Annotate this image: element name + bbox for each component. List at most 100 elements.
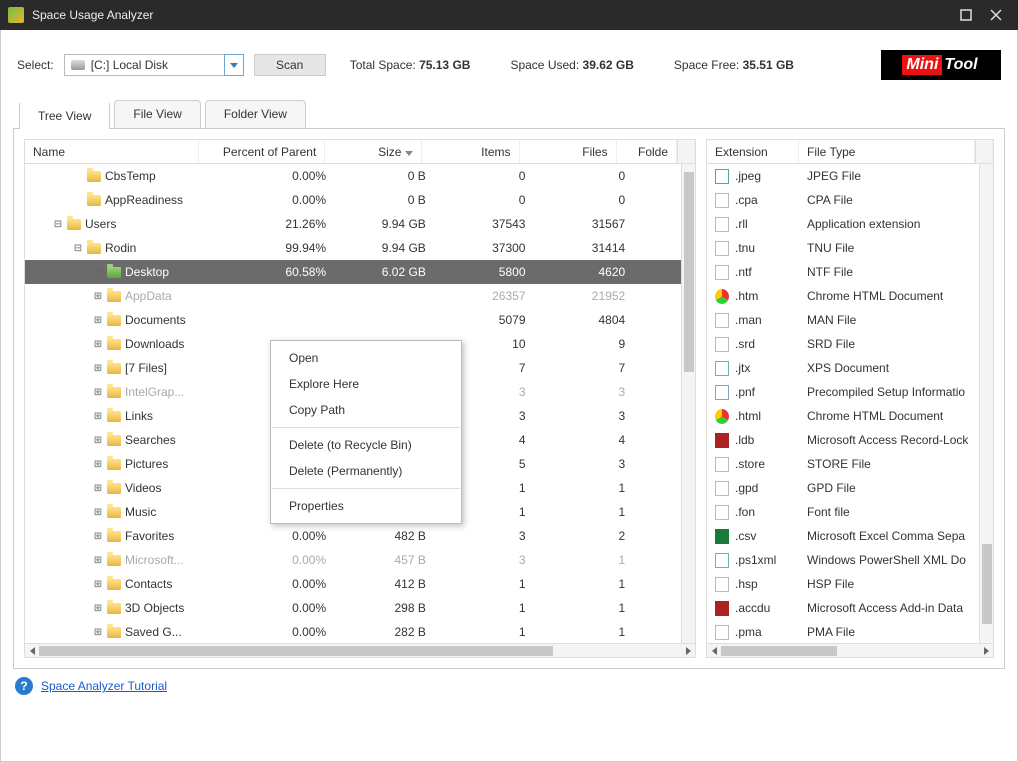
expander-icon[interactable] — [93, 459, 103, 469]
col-extension[interactable]: Extension — [707, 140, 799, 163]
col-size[interactable]: Size — [325, 140, 422, 163]
tree-row[interactable]: Rodin99.94%9.94 GB3730031414 — [25, 236, 695, 260]
ext-row[interactable]: .rllApplication extension — [707, 212, 993, 236]
tree-row[interactable]: AppReadiness0.00%0 B00 — [25, 188, 695, 212]
ctx-copy-path[interactable]: Copy Path — [271, 397, 461, 423]
expander-icon[interactable] — [93, 339, 103, 349]
ext-horizontal-scrollbar[interactable] — [707, 643, 993, 657]
ctx-explore-here[interactable]: Explore Here — [271, 371, 461, 397]
ext-row[interactable]: .htmChrome HTML Document — [707, 284, 993, 308]
expander-icon[interactable] — [73, 171, 83, 181]
scroll-up-icon[interactable] — [677, 140, 695, 163]
expander-icon[interactable] — [93, 555, 103, 565]
ext-row[interactable]: .ps1xmlWindows PowerShell XML Do — [707, 548, 993, 572]
expander-icon[interactable] — [93, 315, 103, 325]
expander-icon[interactable] — [93, 603, 103, 613]
scan-button[interactable]: Scan — [254, 54, 326, 76]
tab-folder-view[interactable]: Folder View — [205, 100, 306, 128]
ext-row[interactable]: .pnfPrecompiled Setup Informatio — [707, 380, 993, 404]
col-items[interactable]: Items — [422, 140, 519, 163]
tree-row[interactable]: CbsTemp0.00%0 B00 — [25, 164, 695, 188]
expander-icon[interactable] — [73, 195, 83, 205]
tree-row[interactable]: Microsoft...0.00%457 B31 — [25, 548, 695, 572]
ext-type: GPD File — [799, 476, 993, 500]
ext-row[interactable]: .storeSTORE File — [707, 452, 993, 476]
expander-icon[interactable] — [93, 291, 103, 301]
ext-row[interactable]: .cpaCPA File — [707, 188, 993, 212]
tree-row[interactable]: Saved G...0.00%282 B11 — [25, 620, 695, 643]
tab-file-view[interactable]: File View — [114, 100, 200, 128]
ctx-open[interactable]: Open — [271, 345, 461, 371]
expander-icon[interactable] — [93, 387, 103, 397]
help-icon[interactable]: ? — [15, 677, 33, 695]
ext-header: Extension File Type — [707, 140, 993, 164]
expander-icon[interactable] — [53, 219, 63, 229]
tree-header: Name Percent of Parent Size Items Files … — [25, 140, 695, 164]
ext-row[interactable]: .ntfNTF File — [707, 260, 993, 284]
tree-row[interactable]: Favorites0.00%482 B32 — [25, 524, 695, 548]
ext-label: .ldb — [735, 433, 754, 447]
ext-row[interactable]: .csvMicrosoft Excel Comma Sepa — [707, 524, 993, 548]
ext-row[interactable]: .hspHSP File — [707, 572, 993, 596]
tree-horizontal-scrollbar[interactable] — [25, 643, 695, 657]
ext-type: MAN File — [799, 308, 993, 332]
tree-row[interactable]: Documents50794804 — [25, 308, 695, 332]
ext-row[interactable]: .gpdGPD File — [707, 476, 993, 500]
ext-row[interactable]: .srdSRD File — [707, 332, 993, 356]
chevron-down-icon[interactable] — [224, 54, 244, 76]
tree-row[interactable]: Contacts0.00%412 B11 — [25, 572, 695, 596]
col-files[interactable]: Files — [520, 140, 617, 163]
disk-icon — [71, 60, 85, 70]
ext-row[interactable]: .tnuTNU File — [707, 236, 993, 260]
tree-row[interactable]: Users21.26%9.94 GB3754331567 — [25, 212, 695, 236]
tutorial-link[interactable]: Space Analyzer Tutorial — [41, 679, 167, 693]
expander-icon[interactable] — [93, 411, 103, 421]
file-type-icon — [715, 625, 729, 640]
file-type-icon — [715, 529, 729, 544]
expander-icon[interactable] — [93, 579, 103, 589]
tree-row[interactable]: 3D Objects0.00%298 B11 — [25, 596, 695, 620]
ctx-delete-permanent[interactable]: Delete (Permanently) — [271, 458, 461, 484]
maximize-button[interactable] — [952, 5, 980, 25]
ext-row[interactable]: .ldbMicrosoft Access Record-Lock — [707, 428, 993, 452]
ext-vertical-scrollbar[interactable] — [979, 164, 993, 643]
tree-row[interactable]: AppData2635721952 — [25, 284, 695, 308]
tab-tree-view[interactable]: Tree View — [19, 101, 110, 129]
expander-icon[interactable] — [93, 363, 103, 373]
ext-row[interactable]: .manMAN File — [707, 308, 993, 332]
close-button[interactable] — [982, 5, 1010, 25]
file-type-icon — [715, 577, 729, 592]
expander-icon[interactable] — [93, 483, 103, 493]
file-type-icon — [715, 361, 729, 376]
file-type-icon — [715, 601, 729, 616]
col-folders[interactable]: Folde — [617, 140, 677, 163]
ext-row[interactable]: .jtxXPS Document — [707, 356, 993, 380]
scroll-up-icon[interactable] — [975, 140, 993, 163]
expander-icon[interactable] — [93, 627, 103, 637]
tree-vertical-scrollbar[interactable] — [681, 164, 695, 643]
ext-row[interactable]: .accduMicrosoft Access Add-in Data — [707, 596, 993, 620]
row-name: Links — [125, 409, 153, 423]
expander-icon[interactable] — [93, 435, 103, 445]
ctx-properties[interactable]: Properties — [271, 493, 461, 519]
ctx-delete-recycle[interactable]: Delete (to Recycle Bin) — [271, 432, 461, 458]
col-percent[interactable]: Percent of Parent — [199, 140, 325, 163]
disk-select[interactable]: [C:] Local Disk — [64, 54, 244, 76]
ext-label: .fon — [735, 505, 755, 519]
title-bar: Space Usage Analyzer — [0, 0, 1018, 30]
expander-icon[interactable] — [73, 243, 83, 253]
ext-row[interactable]: .jpegJPEG File — [707, 164, 993, 188]
tree-row[interactable]: Desktop60.58%6.02 GB58004620 — [25, 260, 695, 284]
expander-icon[interactable] — [93, 507, 103, 517]
space-used: Space Used: 39.62 GB — [510, 58, 633, 72]
ext-row[interactable]: .fonFont file — [707, 500, 993, 524]
ext-row[interactable]: .pmaPMA File — [707, 620, 993, 643]
col-name[interactable]: Name — [25, 140, 199, 163]
scroll-left-icon — [25, 644, 39, 657]
ext-row[interactable]: .htmlChrome HTML Document — [707, 404, 993, 428]
expander-icon[interactable] — [93, 267, 103, 277]
col-file-type[interactable]: File Type — [799, 140, 975, 163]
ext-label: .store — [735, 457, 765, 471]
expander-icon[interactable] — [93, 531, 103, 541]
ext-type: SRD File — [799, 332, 993, 356]
